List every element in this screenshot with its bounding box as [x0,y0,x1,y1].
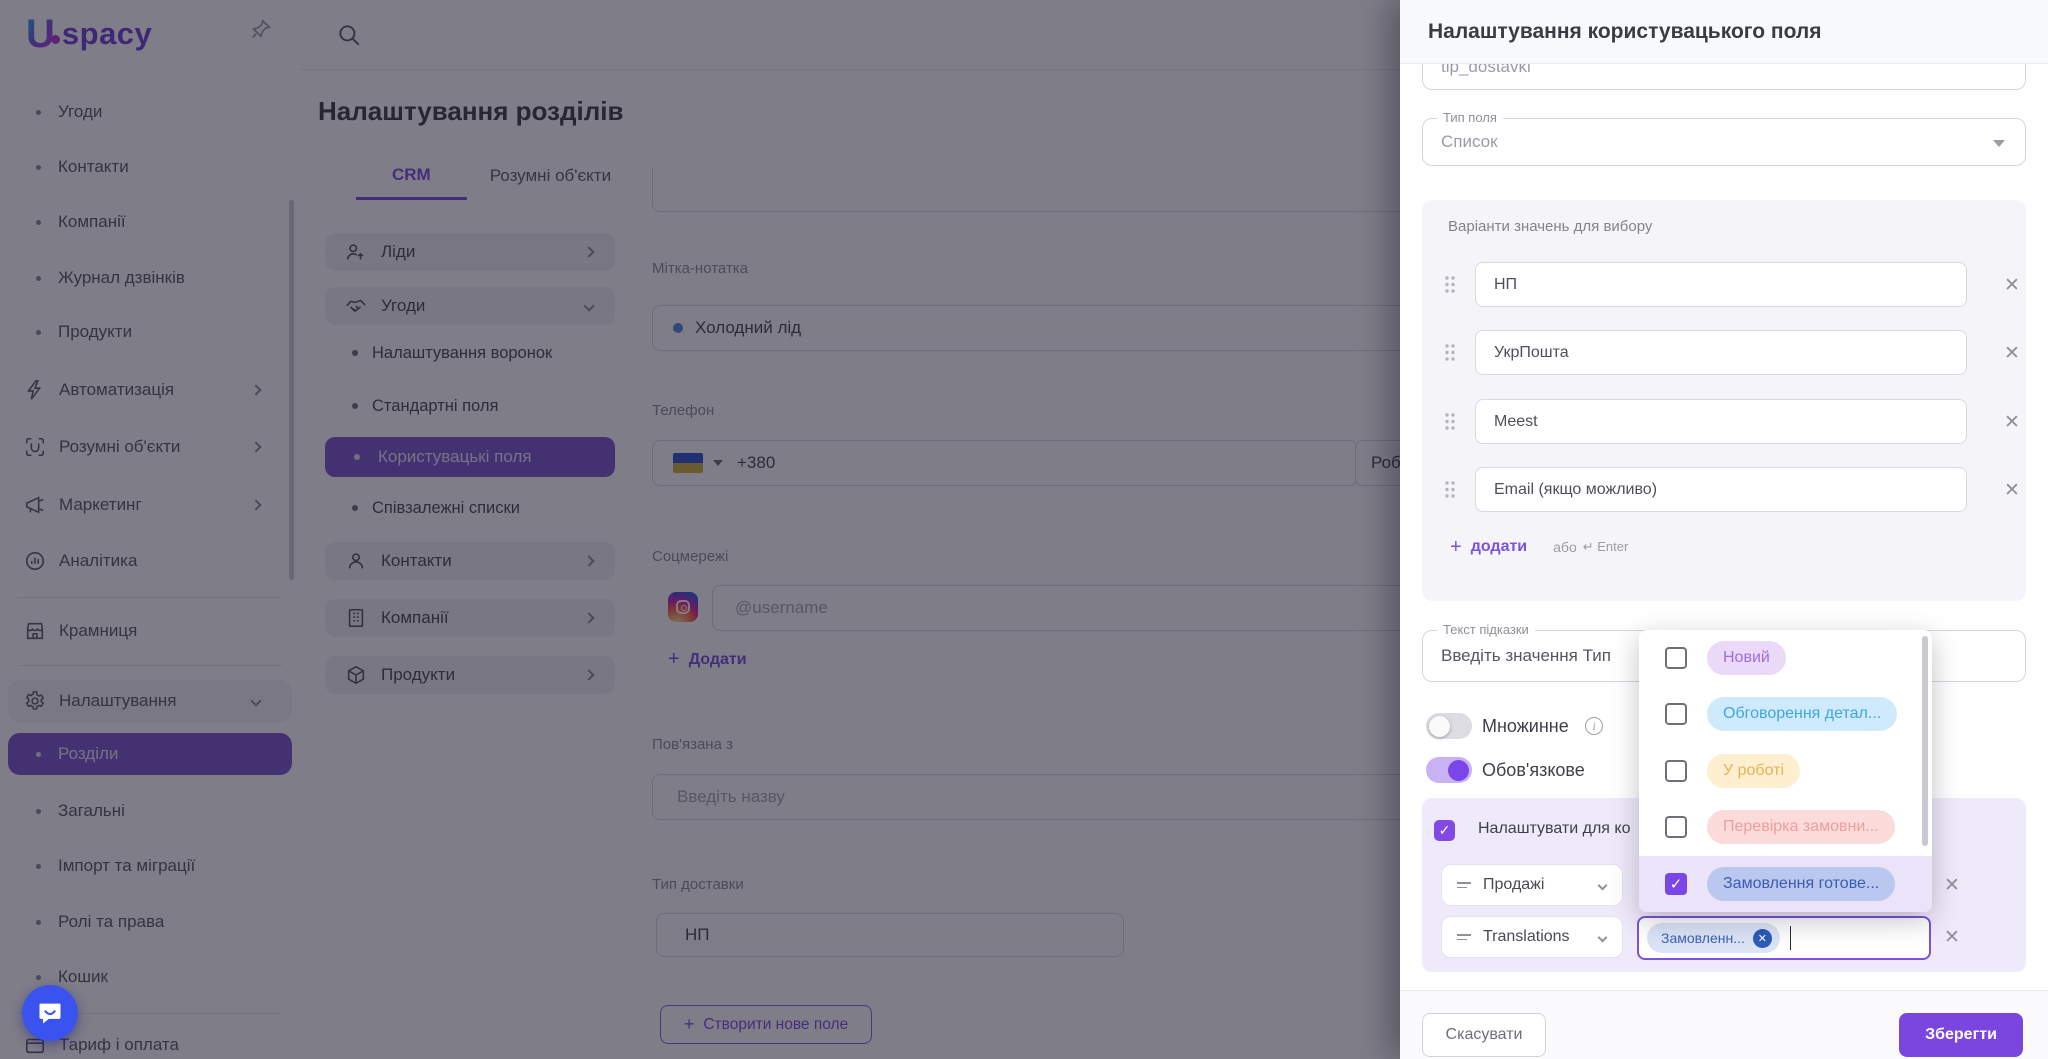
stage-chip: У роботі [1707,754,1800,788]
remove-option-icon[interactable]: ✕ [2000,341,2024,365]
configure-label: Налаштувати для ко [1478,820,1631,837]
info-icon[interactable]: i [1585,717,1603,735]
stage-chip: Перевірка замовни... [1707,810,1895,844]
option-row: Meest ✕ [1422,399,2026,444]
dropdown-option[interactable]: У роботі [1639,743,1932,799]
drag-handle-icon[interactable] [1444,275,1456,294]
chat-fab-button[interactable] [22,985,78,1041]
pipeline-select-value: Translations [1483,928,1570,945]
checkbox-icon[interactable] [1665,703,1687,725]
option-input[interactable]: Email (якщо можливо) [1475,467,1967,512]
field-type-label: Тип поля [1437,110,1503,125]
pipeline-select-translations[interactable]: Translations [1441,916,1623,958]
dropdown-option-selected[interactable]: ✓ Замовлення готове... [1639,856,1932,912]
pipeline-select-value: Продажі [1483,876,1545,893]
remove-option-icon[interactable]: ✕ [2000,273,2024,297]
sort-lines-icon [1457,879,1471,891]
remove-option-icon[interactable]: ✕ [2000,478,2024,502]
plus-icon: + [1450,535,1462,558]
multiple-toggle-label: Множинне [1482,716,1569,736]
hint-text-value: Введіть значення Тип [1441,646,1611,665]
option-value: НП [1494,275,1518,293]
option-row: НП ✕ [1422,262,2026,307]
option-input[interactable]: НП [1475,262,1967,307]
required-toggle-label: Обов'язкове [1482,760,1585,780]
chip-remove-icon[interactable]: ✕ [1752,928,1772,948]
save-button[interactable]: Зберегти [1899,1013,2023,1057]
chevron-down-icon [1597,880,1608,890]
dropdown-option[interactable]: Новий [1639,630,1932,686]
hint-text-label: Текст підказки [1437,622,1535,637]
required-toggle[interactable] [1426,757,1472,783]
option-value: Meest [1494,412,1538,430]
multiple-toggle[interactable] [1426,713,1472,739]
option-input[interactable]: Meest [1475,399,1967,444]
option-row: УкрПошта ✕ [1422,330,2026,375]
configure-checkbox-checked[interactable]: ✓ [1434,820,1455,841]
chat-bubble-icon [39,1003,61,1024]
sort-lines-icon [1457,931,1471,943]
add-option-button[interactable]: додати [1471,538,1527,556]
remove-option-icon[interactable]: ✕ [2000,410,2024,434]
drag-handle-icon[interactable] [1444,480,1456,499]
cancel-button[interactable]: Скасувати [1422,1013,1546,1057]
field-type-select[interactable]: Тип поля Список [1422,110,2026,166]
stage-chip: Новий [1707,641,1786,675]
stage-chip: Замовлення готове... [1707,867,1896,901]
field-type-value: Список [1441,132,1498,151]
drawer-title: Налаштування користувацького поля [1428,19,1822,43]
dropdown-option[interactable]: Обговорення детал... [1639,686,1932,742]
add-option-hint: або [1553,539,1577,555]
option-value: Email (якщо можливо) [1494,480,1658,498]
drag-handle-icon[interactable] [1444,343,1456,362]
stage-options-dropdown: Новий Обговорення детал... У роботі Пере… [1639,630,1932,912]
options-section-label: Варіанти значень для вибору [1448,218,1653,235]
remove-row-icon[interactable]: ✕ [1940,873,1964,897]
stage-multiselect-input[interactable]: Замовленн... ✕ [1637,916,1931,960]
drag-handle-icon[interactable] [1444,412,1456,431]
drawer-footer: Скасувати Зберегти [1400,990,2048,1059]
app-screen: U spacy Угоди Контакти Компанії Журнал д… [0,0,2048,1059]
checkbox-icon[interactable] [1665,647,1687,669]
pipeline-select-sales[interactable]: Продажі [1441,864,1623,906]
options-section: Варіанти значень для вибору НП ✕ УкрПошт… [1422,200,2026,601]
selected-stage-chip-label: Замовленн... [1661,930,1745,946]
enter-key-hint: ↵ Enter [1582,539,1629,554]
stage-chip: Обговорення детал... [1707,697,1898,731]
option-row: Email (якщо можливо) ✕ [1422,467,2026,512]
dropdown-scrollbar[interactable] [1922,636,1928,846]
option-value: УкрПошта [1494,343,1569,361]
checkbox-icon[interactable] [1665,760,1687,782]
drawer-header: Налаштування користувацького поля [1400,0,2048,64]
text-cursor [1789,926,1792,950]
option-input[interactable]: УкрПошта [1475,330,1967,375]
checkbox-icon[interactable] [1665,816,1687,838]
remove-row-icon[interactable]: ✕ [1940,925,1964,949]
select-caret-icon [1993,140,2005,147]
dropdown-option[interactable]: Перевірка замовни... [1639,799,1932,855]
selected-stage-chip: Замовленн... ✕ [1647,923,1780,953]
chevron-down-icon [1597,932,1608,942]
checkbox-checked-icon[interactable]: ✓ [1665,873,1687,895]
